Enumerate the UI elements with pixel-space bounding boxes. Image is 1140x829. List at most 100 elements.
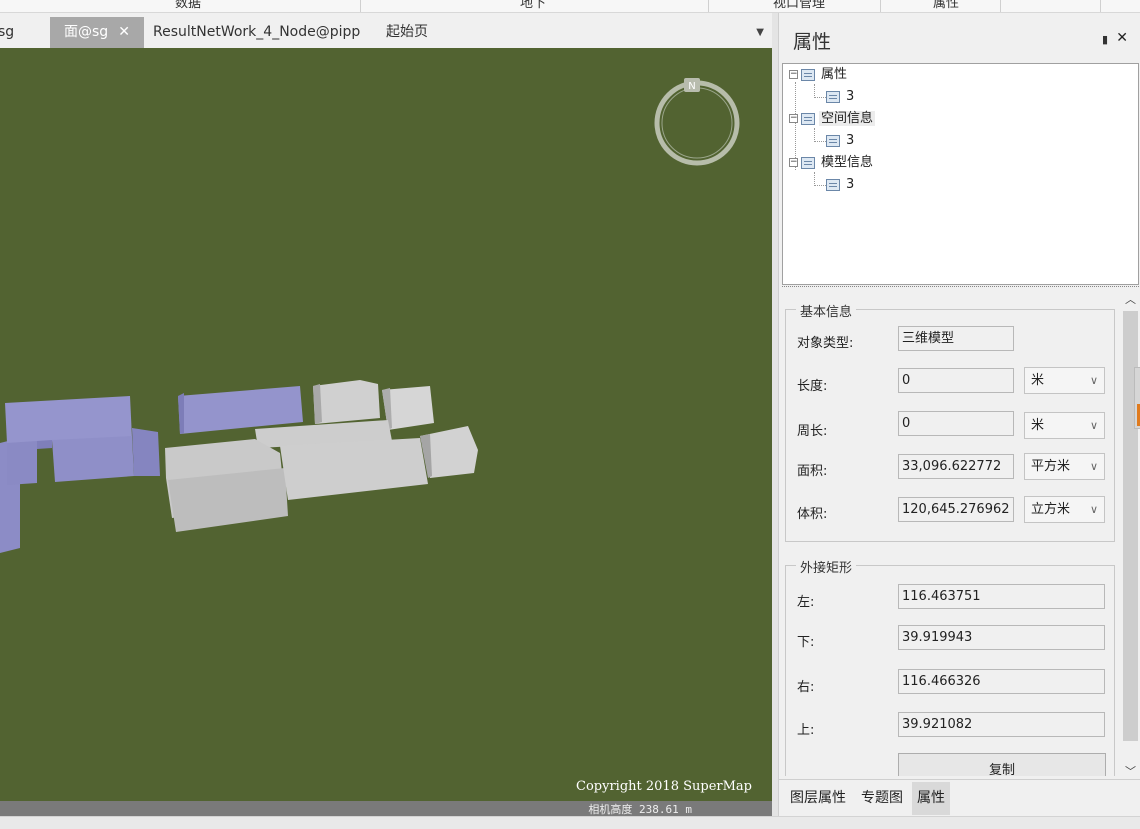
tree-node-model[interactable]: − 模型信息 xyxy=(789,153,875,173)
tree-node-label: 空间信息 xyxy=(819,111,876,126)
ribbon-separator xyxy=(360,0,361,12)
close-icon[interactable]: ✕ xyxy=(1116,30,1128,46)
bbox-bottom-value[interactable]: 39.919943 xyxy=(898,625,1105,650)
tab-label: 起始页 xyxy=(386,24,428,40)
tab-label: 面@sg xyxy=(64,24,109,40)
tree-leaf-label: 3 xyxy=(846,177,855,192)
length-value[interactable]: 0 xyxy=(898,368,1014,393)
ribbon-separator xyxy=(1100,0,1101,12)
tree-leaf[interactable]: 3 xyxy=(826,175,856,195)
tab-face-sg[interactable]: 面@sg ✕ xyxy=(50,17,144,48)
collapse-icon[interactable]: − xyxy=(789,114,798,123)
unit-label: 米 xyxy=(1031,418,1045,433)
bbox-top-label: 上: xyxy=(797,723,815,738)
tab-label: ResultNetWork_4_Node@pipp xyxy=(153,24,361,40)
camera-height-text: 相机高度 238.61 m xyxy=(588,803,692,816)
status-bar xyxy=(0,816,1140,829)
compass-icon[interactable]: N xyxy=(654,78,740,166)
perimeter-value[interactable]: 0 xyxy=(898,411,1014,436)
copyright-text: Copyright 2018 SuperMap xyxy=(576,779,752,794)
scene-canvas[interactable]: N xyxy=(0,48,772,816)
collapse-icon[interactable]: − xyxy=(789,158,798,167)
property-tree: − 属性 3 − 空间信息 3 − 模型信息 3 xyxy=(782,63,1139,285)
unit-label: 平方米 xyxy=(1031,459,1071,474)
properties-scrollbar[interactable]: ︿ ﹀ xyxy=(1121,291,1140,779)
bbox-left-value[interactable]: 116.463751 xyxy=(898,584,1105,609)
close-icon[interactable]: ✕ xyxy=(118,24,130,40)
copy-button[interactable]: 复制 xyxy=(898,753,1106,776)
tree-node-attributes[interactable]: − 属性 xyxy=(789,65,849,85)
tab-result-network[interactable]: ResultNetWork_4_Node@pipp xyxy=(153,17,360,48)
object-type-label: 对象类型: xyxy=(797,336,854,351)
table-icon xyxy=(826,178,840,191)
area-value[interactable]: 33,096.622772 xyxy=(898,454,1014,479)
tab-properties[interactable]: 属性 xyxy=(912,782,950,815)
bbox-bottom-label: 下: xyxy=(797,635,815,650)
group-legend: 基本信息 xyxy=(796,301,857,320)
ribbon-strip: 数据 地下 视口管理 属性 xyxy=(0,0,1140,13)
ribbon-item-data[interactable]: 数据 xyxy=(175,0,201,11)
ribbon-item-viewport[interactable]: 视口管理 xyxy=(773,0,825,11)
chevron-down-icon: ∨ xyxy=(1089,460,1098,473)
bbox-top-value[interactable]: 39.921082 xyxy=(898,712,1105,737)
tab-layer-properties[interactable]: 图层属性 xyxy=(785,782,851,815)
ribbon-item-underground[interactable]: 地下 xyxy=(520,0,546,11)
bounding-rect-group: 外接矩形 左: 116.463751 下: 39.919943 右: 116.4… xyxy=(785,557,1115,776)
area-unit-select[interactable]: 平方米 ∨ xyxy=(1024,453,1105,480)
basic-info-group: 基本信息 对象类型: 三维模型 长度: 0 米 ∨ 周长: 0 米 ∨ 面积: 33… xyxy=(785,301,1115,542)
length-label: 长度: xyxy=(797,379,828,394)
perimeter-label: 周长: xyxy=(797,424,828,439)
group-legend: 外接矩形 xyxy=(796,557,857,576)
tree-leaf[interactable]: 3 xyxy=(826,131,856,151)
perimeter-unit-select[interactable]: 米 ∨ xyxy=(1024,412,1105,439)
chevron-down-icon: ∨ xyxy=(1089,374,1098,387)
bbox-right-label: 右: xyxy=(797,680,815,695)
pin-icon[interactable]: ▮ xyxy=(1102,33,1108,46)
collapse-icon[interactable]: − xyxy=(789,70,798,79)
tree-leaf-label: 3 xyxy=(846,89,855,104)
table-icon xyxy=(826,90,840,103)
tree-line xyxy=(814,84,815,96)
volume-label: 体积: xyxy=(797,507,828,522)
panel-title: 属性 xyxy=(793,31,832,53)
chevron-down-icon[interactable]: ▼ xyxy=(756,27,764,38)
unit-label: 米 xyxy=(1031,373,1045,388)
length-unit-select[interactable]: 米 ∨ xyxy=(1024,367,1105,394)
unit-label: 立方米 xyxy=(1031,502,1071,517)
tree-node-label: 模型信息 xyxy=(821,155,874,170)
chevron-down-icon: ∨ xyxy=(1089,503,1098,516)
ribbon-item-properties[interactable]: 属性 xyxy=(933,0,959,11)
volume-value[interactable]: 120,645.276962 xyxy=(898,497,1014,522)
properties-panel: 属性 ▮ ✕ − 属性 3 − 空间信息 3 − 模型信息 3 基本信息 对象类… xyxy=(778,13,1140,816)
document-tab-bar: sg 面@sg ✕ ResultNetWork_4_Node@pipp 起始页 ▼ xyxy=(0,13,772,61)
tab-thematic-map[interactable]: 专题图 xyxy=(856,782,908,815)
tab-sg[interactable]: sg xyxy=(0,17,14,48)
ribbon-separator xyxy=(880,0,881,12)
volume-unit-select[interactable]: 立方米 ∨ xyxy=(1024,496,1105,523)
area-label: 面积: xyxy=(797,464,828,479)
tree-leaf[interactable]: 3 xyxy=(826,87,856,107)
tab-label: sg xyxy=(0,24,15,40)
tree-line xyxy=(814,97,826,98)
chevron-down-icon[interactable]: ﹀ xyxy=(1125,763,1136,779)
side-dock-tab[interactable] xyxy=(1134,367,1140,429)
compass-letter: N xyxy=(688,81,695,92)
bbox-right-value[interactable]: 116.466326 xyxy=(898,669,1105,694)
table-icon xyxy=(801,68,815,81)
object-type-value[interactable]: 三维模型 xyxy=(898,326,1014,351)
camera-height-bar: 相机高度 238.61 m xyxy=(0,801,772,816)
chevron-down-icon: ∨ xyxy=(1089,419,1098,432)
bbox-left-label: 左: xyxy=(797,595,815,610)
tree-line xyxy=(814,128,815,140)
table-icon xyxy=(801,156,815,169)
panel-bottom-tabs: 图层属性 专题图 属性 xyxy=(779,779,1140,816)
chevron-up-icon[interactable]: ︿ xyxy=(1125,291,1136,307)
scene-viewport[interactable]: N Copyright 2018 SuperMap 相机高度 238.61 m xyxy=(0,48,772,816)
spatial-icon xyxy=(826,134,840,147)
spatial-icon xyxy=(801,112,815,125)
tree-line xyxy=(814,172,815,184)
tree-node-label: 属性 xyxy=(821,67,848,82)
property-details: 基本信息 对象类型: 三维模型 长度: 0 米 ∨ 周长: 0 米 ∨ 面积: 33… xyxy=(779,287,1140,776)
tab-start-page[interactable]: 起始页 xyxy=(386,17,428,48)
tree-node-spatial[interactable]: − 空间信息 xyxy=(789,109,876,129)
